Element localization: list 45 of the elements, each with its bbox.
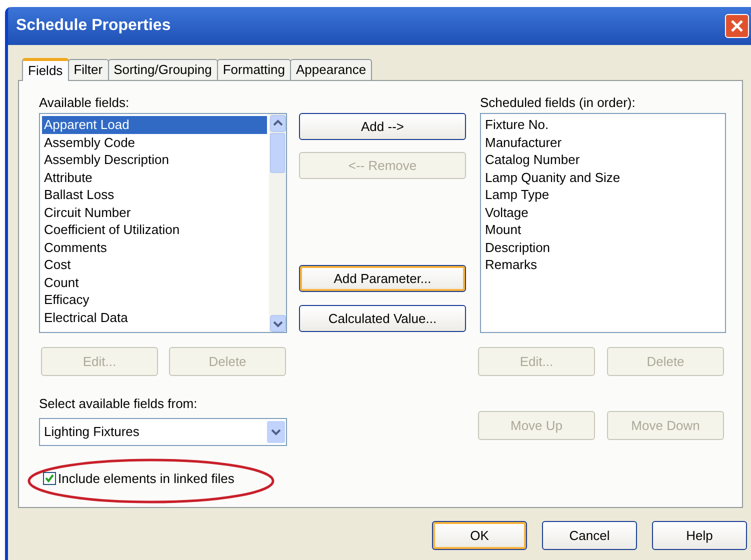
- list-item[interactable]: Manufacturer: [483, 134, 723, 151]
- tab[interactable]: Filter: [68, 59, 109, 80]
- list-item[interactable]: Remarks: [483, 256, 723, 274]
- list-item[interactable]: Assembly Code: [42, 134, 267, 151]
- list-item[interactable]: Comments: [42, 238, 267, 256]
- field-label: Scheduled fields (in order):: [480, 94, 636, 112]
- tab[interactable]: Appearance: [290, 59, 372, 80]
- list-item[interactable]: Apparent Load: [42, 116, 267, 134]
- list-item[interactable]: Attribute: [42, 168, 267, 186]
- list-item[interactable]: Cost: [42, 256, 267, 274]
- source-dropdown[interactable]: Lighting Fixtures: [39, 418, 287, 446]
- tab[interactable]: Fields: [22, 58, 69, 81]
- ok-button[interactable]: OK: [432, 521, 527, 550]
- tab[interactable]: Formatting: [216, 59, 291, 80]
- list-item[interactable]: Coefficient of Utilization: [42, 221, 267, 238]
- list-item[interactable]: Mount: [483, 221, 723, 238]
- window-title: Schedule Properties: [16, 16, 171, 36]
- list-item[interactable]: Count: [42, 274, 267, 291]
- add-button[interactable]: Add -->: [299, 113, 466, 140]
- tab[interactable]: Sorting/Grouping: [108, 59, 218, 80]
- list-item[interactable]: Efficacy: [42, 291, 267, 308]
- list-item[interactable]: Electrical Data: [42, 308, 267, 326]
- calculated-value-button[interactable]: Calculated Value...: [299, 305, 466, 332]
- field-label: Select available fields from:: [39, 395, 198, 413]
- help-button[interactable]: Help: [652, 521, 747, 550]
- list-item[interactable]: Lamp Type: [483, 186, 723, 204]
- scroll-up-icon[interactable]: [270, 115, 286, 132]
- list-item[interactable]: Description: [483, 238, 723, 256]
- list-item[interactable]: Fixture No.: [483, 116, 723, 134]
- list-item[interactable]: Lamp Quanity and Size: [483, 168, 723, 186]
- check-icon: [45, 474, 54, 484]
- close-button[interactable]: [725, 14, 749, 38]
- close-icon: [731, 20, 743, 32]
- scroll-thumb[interactable]: [270, 133, 285, 173]
- checkbox[interactable]: [43, 472, 56, 486]
- scrollbar[interactable]: [269, 114, 286, 332]
- cancel-button[interactable]: Cancel: [542, 521, 637, 550]
- field-label: Available fields:: [39, 94, 130, 112]
- list-item[interactable]: Assembly Description: [42, 151, 267, 168]
- list-item[interactable]: Ballast Loss: [42, 186, 267, 204]
- scroll-down-icon[interactable]: [270, 315, 286, 332]
- add-parameter-button[interactable]: Add Parameter...: [299, 265, 466, 292]
- list-item[interactable]: Catalog Number: [483, 151, 723, 168]
- list-item[interactable]: Voltage: [483, 204, 723, 221]
- list-item[interactable]: Circuit Number: [42, 204, 267, 221]
